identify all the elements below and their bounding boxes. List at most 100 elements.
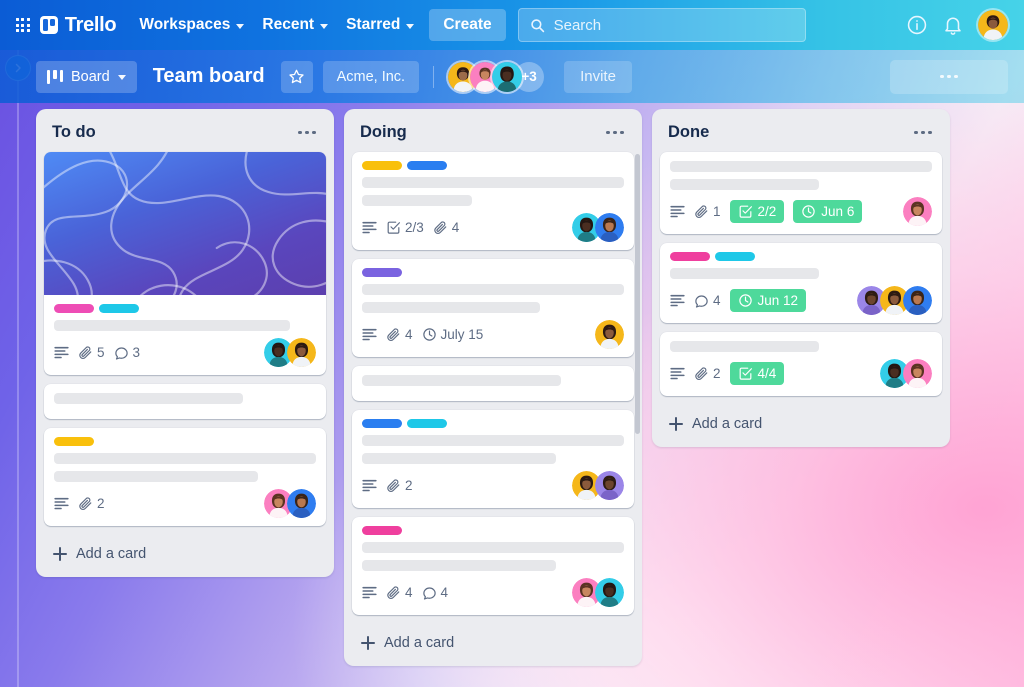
card-badge-description (362, 586, 377, 599)
card[interactable]: 2 (352, 410, 634, 508)
info-circle-icon[interactable] (906, 14, 928, 36)
list-header: Doing (352, 117, 634, 152)
card-label[interactable] (670, 252, 710, 261)
card-cover (44, 152, 326, 295)
avatar[interactable] (595, 471, 624, 500)
account-avatar[interactable] (978, 10, 1008, 40)
card-badge-checklist: 2/3 (386, 220, 424, 235)
avatar[interactable] (287, 489, 316, 518)
description-icon (670, 367, 685, 380)
card-members (857, 286, 932, 315)
avatar[interactable] (287, 338, 316, 367)
card-label[interactable] (407, 161, 447, 170)
avatar[interactable] (595, 578, 624, 607)
card-label[interactable] (715, 252, 755, 261)
bell-icon[interactable] (942, 14, 964, 36)
attachment-icon (79, 346, 92, 359)
card-label[interactable] (54, 437, 94, 446)
trello-logo[interactable]: Trello (39, 14, 117, 37)
create-button-label: Create (443, 16, 492, 33)
nav-item-recent[interactable]: Recent (253, 9, 337, 41)
add-a-card-button[interactable]: Add a card (352, 624, 634, 660)
description-icon (362, 586, 377, 599)
comment-icon (695, 294, 708, 308)
list-title: Doing (360, 123, 407, 141)
card-badge-description (670, 205, 685, 218)
card[interactable]: 4 4 (352, 517, 634, 615)
card-badge-text: Jun 6 (821, 204, 855, 219)
card[interactable]: 5 3 (44, 152, 326, 375)
nav-right-group (906, 10, 1012, 40)
card-label[interactable] (407, 419, 447, 428)
card-label[interactable] (362, 419, 402, 428)
avatar[interactable] (903, 359, 932, 388)
attachment-icon (434, 221, 447, 234)
add-a-card-button[interactable]: Add a card (44, 535, 326, 571)
card-label[interactable] (362, 268, 402, 277)
comment-icon (114, 346, 128, 360)
card-badge-description (670, 367, 685, 380)
card-badge-text: 4 (405, 585, 413, 600)
card[interactable] (44, 384, 326, 419)
checklist-icon (739, 205, 752, 218)
attachment-icon (695, 205, 708, 218)
list-menu-button[interactable] (910, 125, 936, 141)
card-label[interactable] (362, 526, 402, 535)
chevron-down-icon (406, 23, 415, 29)
card-members (903, 197, 932, 226)
nav-item-starred[interactable]: Starred (337, 9, 423, 41)
search-input[interactable] (553, 16, 794, 34)
card-label[interactable] (99, 304, 139, 313)
card-footer: 2 (362, 471, 624, 500)
card-badge-text: 2/3 (405, 220, 424, 235)
board-view-switcher[interactable]: Board (36, 60, 137, 93)
card-members (264, 338, 316, 367)
nav-item-workspaces[interactable]: Workspaces (130, 9, 253, 41)
card-labels (362, 161, 624, 170)
card-title-placeholder (54, 393, 243, 404)
invite-button[interactable]: Invite (564, 60, 632, 93)
avatar[interactable] (595, 213, 624, 242)
workspace-button[interactable]: Acme, Inc. (322, 60, 420, 93)
card[interactable]: 2 4/4 (660, 332, 942, 396)
card-badge-text: 5 (97, 345, 105, 360)
avatar[interactable] (595, 320, 624, 349)
grid-apps-icon[interactable] (16, 18, 30, 32)
card-badge-text: 3 (132, 345, 141, 360)
card[interactable]: 2 (44, 428, 326, 526)
board-title[interactable]: Team board (147, 65, 271, 88)
add-a-card-button[interactable]: Add a card (660, 405, 942, 441)
card-label[interactable] (362, 161, 402, 170)
list-scrollbar[interactable] (635, 154, 640, 434)
search-box[interactable] (517, 8, 806, 42)
card[interactable]: 1 2/2 Jun 6 (660, 152, 942, 234)
card-labels (670, 252, 932, 261)
nav-label-starred: Starred (346, 16, 401, 33)
divider (433, 65, 435, 88)
card-badge-text: July 15 (440, 327, 484, 342)
card-badge-clock: Jun 12 (729, 289, 807, 312)
board-menu-button[interactable] (890, 59, 1008, 94)
card-title-placeholder (670, 161, 932, 172)
list-doing: Doing 2/3 4 4 July 15 2 4 4 Add a card (344, 109, 642, 666)
clock-icon (802, 205, 816, 218)
list-to-do: To do 5 3 2 Add a card (36, 109, 334, 577)
card[interactable]: 4 July 15 (352, 259, 634, 357)
card-label[interactable] (54, 304, 94, 313)
avatar[interactable] (903, 286, 932, 315)
card[interactable] (352, 366, 634, 401)
attachment-icon (387, 328, 400, 341)
avatar[interactable] (492, 61, 523, 92)
star-board-button[interactable] (280, 60, 313, 93)
card[interactable]: 2/3 4 (352, 152, 634, 250)
avatar[interactable] (903, 197, 932, 226)
plus-icon (53, 547, 67, 561)
top-navigation-bar: Trello Workspaces Recent Starred Create (0, 0, 1024, 50)
list-menu-button[interactable] (602, 125, 628, 141)
description-icon (362, 328, 377, 341)
card[interactable]: 4 Jun 12 (660, 243, 942, 323)
list-menu-button[interactable] (294, 125, 320, 141)
list-header: To do (44, 117, 326, 152)
create-button[interactable]: Create (429, 9, 506, 41)
card-badge-text: 4 (451, 220, 460, 235)
